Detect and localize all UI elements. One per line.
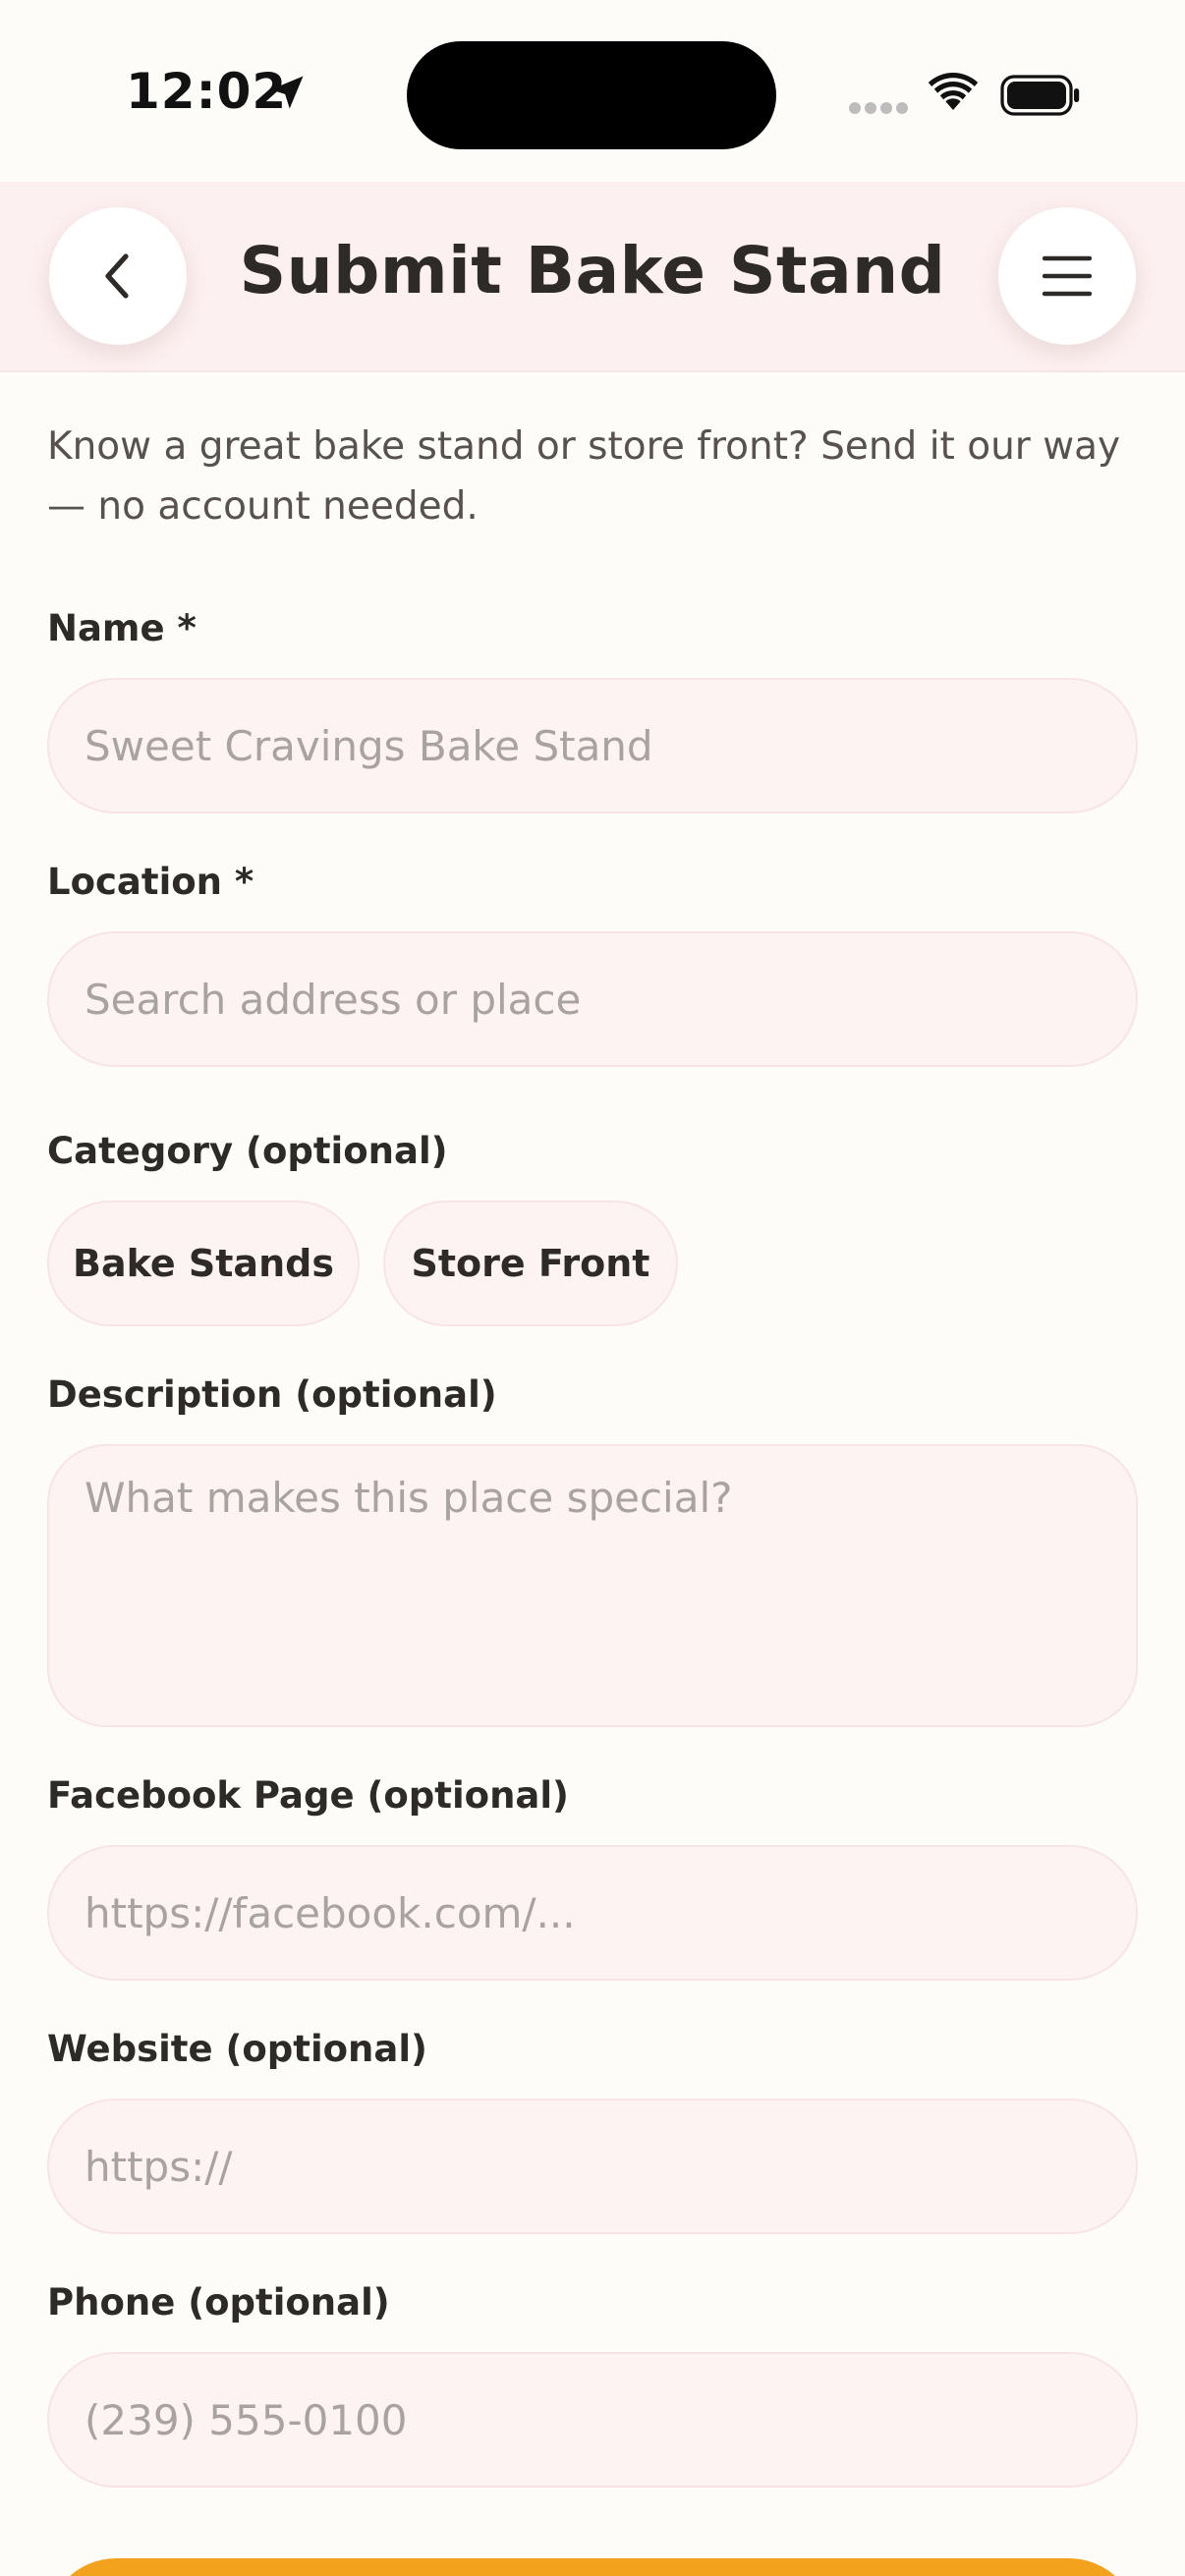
app-header: Submit Bake Stand bbox=[0, 182, 1185, 372]
phone-input[interactable] bbox=[47, 2352, 1138, 2488]
status-bar: 12:02 bbox=[0, 0, 1185, 182]
phone-label: Phone (optional) bbox=[47, 2281, 390, 2324]
website-label: Website (optional) bbox=[47, 2028, 427, 2070]
intro-text: Know a great bake stand or store front? … bbox=[47, 424, 1121, 529]
name-input[interactable] bbox=[47, 678, 1138, 813]
menu-button[interactable] bbox=[998, 207, 1136, 345]
submit-button[interactable] bbox=[47, 2558, 1138, 2576]
cellular-signal-icon bbox=[849, 102, 908, 116]
category-chip-store-front[interactable]: Store Front bbox=[383, 1201, 678, 1326]
name-label: Name * bbox=[47, 607, 197, 649]
dynamic-island bbox=[407, 41, 776, 149]
description-textarea[interactable] bbox=[47, 1444, 1138, 1727]
submit-bake-stand-screen: 12:02 Submit Bake Stand Know a great bak… bbox=[0, 0, 1185, 2576]
location-arrow-icon bbox=[270, 76, 304, 109]
battery-icon bbox=[1000, 75, 1080, 116]
location-search-input[interactable] bbox=[47, 931, 1138, 1067]
location-label: Location * bbox=[47, 861, 254, 903]
status-time: 12:02 bbox=[126, 63, 288, 120]
hamburger-menu-icon bbox=[1042, 255, 1093, 297]
website-url-input[interactable] bbox=[47, 2099, 1138, 2234]
category-label: Category (optional) bbox=[47, 1130, 448, 1172]
facebook-url-input[interactable] bbox=[47, 1845, 1138, 1981]
description-label: Description (optional) bbox=[47, 1373, 497, 1416]
category-chip-bake-stands[interactable]: Bake Stands bbox=[47, 1201, 360, 1326]
facebook-label: Facebook Page (optional) bbox=[47, 1774, 569, 1817]
wifi-icon bbox=[928, 73, 979, 110]
